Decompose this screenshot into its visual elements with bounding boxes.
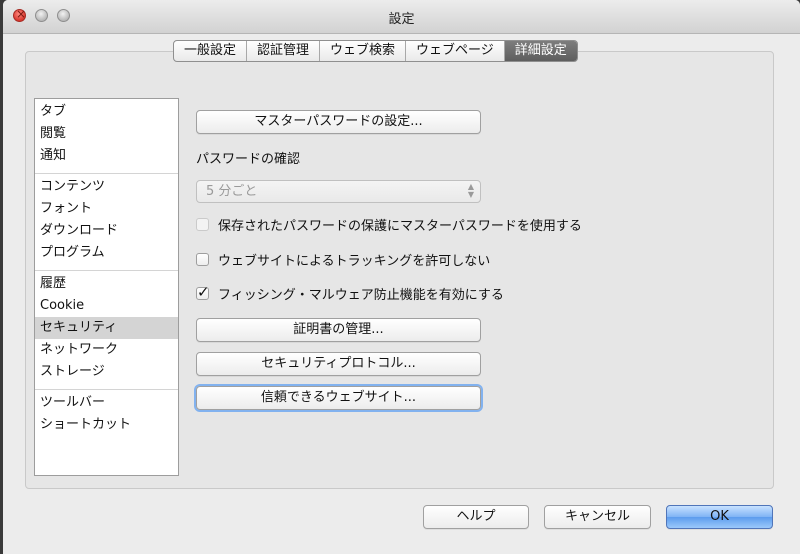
- sidebar-item-toolbars[interactable]: ツールバー: [35, 392, 178, 414]
- sidebar-group: ツールバー ショートカット: [35, 390, 178, 442]
- settings-window: 設定 一般設定 認証管理 ウェブ検索 ウェブページ 詳細設定 タブ 閲覧 通知 …: [3, 0, 800, 554]
- phishing-protection-checkbox[interactable]: ✓: [196, 283, 210, 301]
- tab-web-pages[interactable]: ウェブページ: [406, 41, 505, 61]
- sidebar-item-notifications[interactable]: 通知: [35, 145, 178, 167]
- sidebar-item-cookies[interactable]: Cookie: [35, 295, 178, 317]
- cancel-button[interactable]: キャンセル: [544, 505, 651, 529]
- sidebar-item-programs[interactable]: プログラム: [35, 242, 178, 264]
- security-protocols-button[interactable]: セキュリティプロトコル...: [196, 352, 481, 376]
- tab-authentication[interactable]: 認証管理: [247, 41, 321, 61]
- use-master-password-label: 保存されたパスワードの保護にマスターパスワードを使用する: [218, 218, 582, 234]
- sidebar-item-storage[interactable]: ストレージ: [35, 361, 178, 383]
- do-not-track-option[interactable]: ウェブサイトによるトラッキングを許可しない: [196, 249, 490, 269]
- password-confirm-select[interactable]: 5 分ごと ▲ ▼: [196, 180, 481, 203]
- sidebar-item-downloads[interactable]: ダウンロード: [35, 220, 178, 242]
- tab-general[interactable]: 一般設定: [174, 41, 248, 61]
- tab-web-search[interactable]: ウェブ検索: [320, 41, 407, 61]
- sidebar-item-content[interactable]: コンテンツ: [35, 176, 178, 198]
- settings-tabs: 一般設定 認証管理 ウェブ検索 ウェブページ 詳細設定: [173, 40, 578, 62]
- sidebar-item-history[interactable]: 履歴: [35, 273, 178, 295]
- use-master-password-checkbox[interactable]: [196, 217, 209, 231]
- trusted-websites-button[interactable]: 信頼できるウェブサイト...: [196, 386, 481, 410]
- window-title: 設定: [388, 12, 415, 27]
- category-sidebar: タブ 閲覧 通知 コンテンツ フォント ダウンロード プログラム 履歴 Cook…: [34, 98, 179, 476]
- tab-advanced[interactable]: 詳細設定: [504, 41, 577, 61]
- title-bar[interactable]: 設定: [3, 0, 800, 34]
- phishing-protection-option[interactable]: ✓ フィッシング・マルウェア防止機能を有効にする: [196, 283, 504, 303]
- stepper-arrows-icon: ▲ ▼: [467, 182, 474, 199]
- checkmark-icon: ✓: [197, 282, 210, 301]
- use-master-password-option[interactable]: 保存されたパスワードの保護にマスターパスワードを使用する: [196, 214, 582, 234]
- password-confirm-value: 5 分ごと: [206, 184, 258, 199]
- manage-certificates-button[interactable]: 証明書の管理...: [196, 318, 481, 342]
- sidebar-item-fonts[interactable]: フォント: [35, 198, 178, 220]
- sidebar-group: コンテンツ フォント ダウンロード プログラム: [35, 174, 178, 271]
- sidebar-item-tabs[interactable]: タブ: [35, 101, 178, 123]
- sidebar-group: タブ 閲覧 通知: [35, 99, 178, 174]
- ok-button[interactable]: OK: [666, 505, 773, 529]
- sidebar-item-browsing[interactable]: 閲覧: [35, 123, 178, 145]
- sidebar-item-security[interactable]: セキュリティ: [35, 317, 178, 339]
- do-not-track-label: ウェブサイトによるトラッキングを許可しない: [218, 253, 491, 269]
- sidebar-group: 履歴 Cookie セキュリティ ネットワーク ストレージ: [35, 271, 178, 390]
- sidebar-item-network[interactable]: ネットワーク: [35, 339, 178, 361]
- sidebar-item-shortcuts[interactable]: ショートカット: [35, 414, 178, 436]
- password-confirm-label: パスワードの確認: [196, 152, 301, 167]
- do-not-track-checkbox[interactable]: [196, 252, 209, 266]
- master-password-button[interactable]: マスターパスワードの設定...: [196, 110, 481, 134]
- help-button[interactable]: ヘルプ: [423, 505, 529, 529]
- phishing-protection-label: フィッシング・マルウェア防止機能を有効にする: [218, 287, 504, 303]
